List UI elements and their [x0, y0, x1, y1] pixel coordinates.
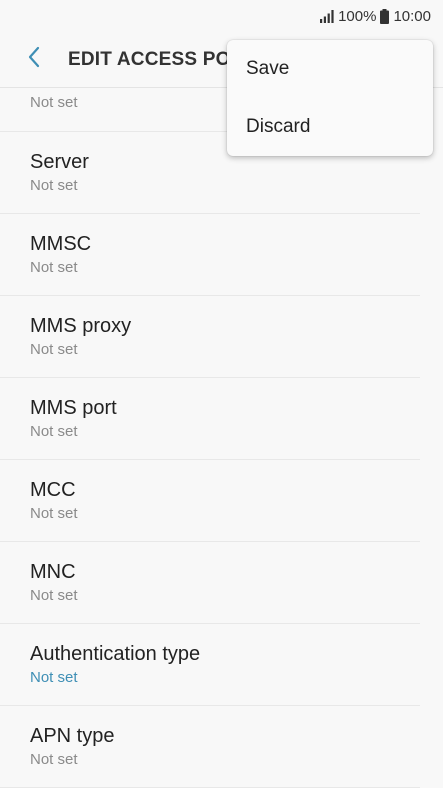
status-bar: 100% 10:00 [0, 0, 443, 32]
list-item-title: Authentication type [30, 642, 201, 665]
menu-item-save[interactable]: Save [227, 40, 433, 98]
list-item-value: Not set [30, 586, 78, 604]
list-item-mmsc[interactable]: MMSC Not set [0, 214, 420, 296]
list-item-authentication-type[interactable]: Authentication type Not set [0, 624, 420, 706]
battery-percent: 100% [338, 7, 377, 25]
list-item-value: Not set [30, 258, 78, 276]
list-item-title: MNC [30, 560, 76, 583]
list-item-title: APN type [30, 724, 115, 747]
list-item-title: MMS proxy [30, 314, 132, 337]
list-item-value: Not set [30, 750, 78, 768]
settings-list: Not set Server Not set MMSC Not set MMS … [0, 88, 443, 788]
list-item-value: Not set [30, 504, 78, 522]
page-title: EDIT ACCESS POIN [68, 48, 250, 70]
list-item-mnc[interactable]: MNC Not set [0, 542, 420, 624]
chevron-left-icon [27, 46, 41, 73]
list-item-value: Not set [30, 668, 78, 686]
list-item-value: Not set [30, 340, 78, 358]
overflow-menu: Save Discard [227, 40, 433, 156]
list-item-value: Not set [30, 422, 78, 440]
menu-item-discard[interactable]: Discard [227, 98, 433, 156]
screen: 100% 10:00 EDIT ACCESS POIN Not set Serv… [0, 0, 443, 788]
list-item-value: Not set [30, 176, 78, 194]
list-item-mms-port[interactable]: MMS port Not set [0, 378, 420, 460]
list-item-title: MMSC [30, 232, 92, 255]
back-button[interactable] [0, 32, 68, 88]
battery-icon [380, 8, 390, 24]
clock: 10:00 [393, 7, 431, 25]
list-item-mms-proxy[interactable]: MMS proxy Not set [0, 296, 420, 378]
list-item-title: MMS port [30, 396, 117, 419]
list-item-mcc[interactable]: MCC Not set [0, 460, 420, 542]
list-item-apn-type[interactable]: APN type Not set [0, 706, 420, 788]
list-item-title: MCC [30, 478, 76, 501]
signal-icon [320, 9, 334, 23]
